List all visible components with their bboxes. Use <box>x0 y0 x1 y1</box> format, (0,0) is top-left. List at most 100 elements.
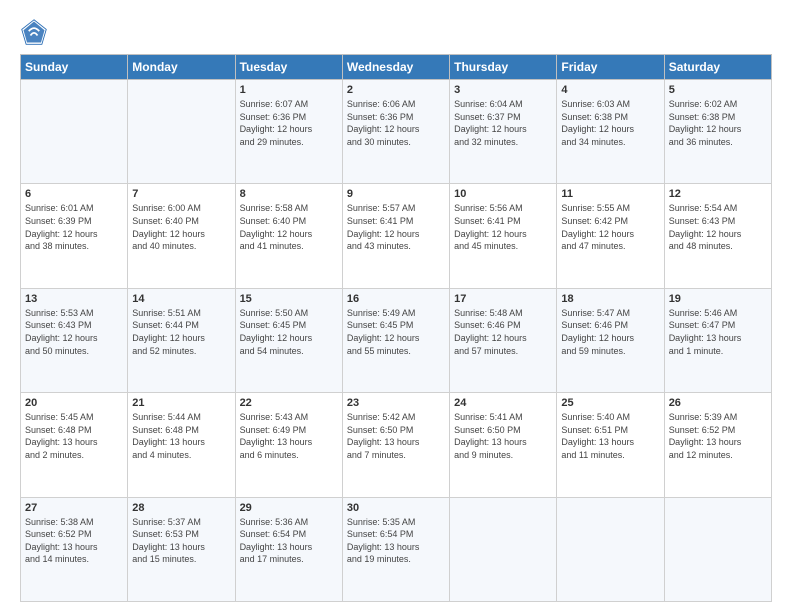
cell-info: Sunrise: 6:06 AM Sunset: 6:36 PM Dayligh… <box>347 98 445 148</box>
page: SundayMondayTuesdayWednesdayThursdayFrid… <box>0 0 792 612</box>
day-number: 17 <box>454 293 552 305</box>
day-number: 21 <box>132 397 230 409</box>
cell-info: Sunrise: 5:56 AM Sunset: 6:41 PM Dayligh… <box>454 202 552 252</box>
cell-info: Sunrise: 5:37 AM Sunset: 6:53 PM Dayligh… <box>132 516 230 566</box>
calendar-cell: 10 Sunrise: 5:56 AM Sunset: 6:41 PM Dayli… <box>450 184 557 288</box>
cell-info: Sunrise: 5:50 AM Sunset: 6:45 PM Dayligh… <box>240 307 338 357</box>
cell-info: Sunrise: 6:07 AM Sunset: 6:36 PM Dayligh… <box>240 98 338 148</box>
cell-info: Sunrise: 5:40 AM Sunset: 6:51 PM Dayligh… <box>561 411 659 461</box>
calendar-cell: 6 Sunrise: 6:01 AM Sunset: 6:39 PM Daylig… <box>21 184 128 288</box>
day-number: 8 <box>240 188 338 200</box>
weekday-header: Thursday <box>450 55 557 80</box>
calendar-cell: 9Sunrise: 5:57 AM Sunset: 6:41 PM Daylig… <box>342 184 449 288</box>
calendar-cell: 18 Sunrise: 5:47 AM Sunset: 6:46 PM Dayli… <box>557 288 664 392</box>
cell-info: Sunrise: 6:02 AM Sunset: 6:38 PM Dayligh… <box>669 98 767 148</box>
cell-info: Sunrise: 5:47 AM Sunset: 6:46 PM Dayligh… <box>561 307 659 357</box>
cell-info: Sunrise: 6:01 AM Sunset: 6:39 PM Dayligh… <box>25 202 123 252</box>
calendar-cell: 4 Sunrise: 6:03 AM Sunset: 6:38 PM Daylig… <box>557 80 664 184</box>
calendar-cell: 19Sunrise: 5:46 AM Sunset: 6:47 PM Dayli… <box>664 288 771 392</box>
calendar-cell: 24 Sunrise: 5:41 AM Sunset: 6:50 PM Dayli… <box>450 393 557 497</box>
calendar-cell <box>21 80 128 184</box>
day-number: 19 <box>669 293 767 305</box>
day-number: 14 <box>132 293 230 305</box>
cell-info: Sunrise: 5:41 AM Sunset: 6:50 PM Dayligh… <box>454 411 552 461</box>
day-number: 13 <box>25 293 123 305</box>
day-number: 18 <box>561 293 659 305</box>
day-number: 6 <box>25 188 123 200</box>
calendar-cell: 29Sunrise: 5:36 AM Sunset: 6:54 PM Dayli… <box>235 497 342 601</box>
day-number: 24 <box>454 397 552 409</box>
week-row: 6 Sunrise: 6:01 AM Sunset: 6:39 PM Daylig… <box>21 184 772 288</box>
week-row: 13 Sunrise: 5:53 AM Sunset: 6:43 PM Dayli… <box>21 288 772 392</box>
cell-info: Sunrise: 5:35 AM Sunset: 6:54 PM Dayligh… <box>347 516 445 566</box>
cell-info: Sunrise: 5:53 AM Sunset: 6:43 PM Dayligh… <box>25 307 123 357</box>
cell-info: Sunrise: 6:03 AM Sunset: 6:38 PM Dayligh… <box>561 98 659 148</box>
calendar-cell: 16 Sunrise: 5:49 AM Sunset: 6:45 PM Dayli… <box>342 288 449 392</box>
day-number: 22 <box>240 397 338 409</box>
day-number: 25 <box>561 397 659 409</box>
weekday-header: Sunday <box>21 55 128 80</box>
calendar-cell: 27Sunrise: 5:38 AM Sunset: 6:52 PM Dayli… <box>21 497 128 601</box>
day-number: 10 <box>454 188 552 200</box>
calendar-cell: 25 Sunrise: 5:40 AM Sunset: 6:51 PM Dayli… <box>557 393 664 497</box>
calendar-cell: 26 Sunrise: 5:39 AM Sunset: 6:52 PM Dayli… <box>664 393 771 497</box>
day-number: 23 <box>347 397 445 409</box>
cell-info: Sunrise: 5:39 AM Sunset: 6:52 PM Dayligh… <box>669 411 767 461</box>
calendar-cell: 13 Sunrise: 5:53 AM Sunset: 6:43 PM Dayli… <box>21 288 128 392</box>
calendar-cell: 28 Sunrise: 5:37 AM Sunset: 6:53 PM Dayli… <box>128 497 235 601</box>
calendar-cell: 1 Sunrise: 6:07 AM Sunset: 6:36 PM Daylig… <box>235 80 342 184</box>
calendar-cell: 11 Sunrise: 5:55 AM Sunset: 6:42 PM Dayli… <box>557 184 664 288</box>
calendar-cell: 22 Sunrise: 5:43 AM Sunset: 6:49 PM Dayli… <box>235 393 342 497</box>
calendar-cell: 8 Sunrise: 5:58 AM Sunset: 6:40 PM Daylig… <box>235 184 342 288</box>
cell-info: Sunrise: 5:49 AM Sunset: 6:45 PM Dayligh… <box>347 307 445 357</box>
day-number: 4 <box>561 84 659 96</box>
calendar-cell <box>450 497 557 601</box>
cell-info: Sunrise: 5:48 AM Sunset: 6:46 PM Dayligh… <box>454 307 552 357</box>
day-number: 26 <box>669 397 767 409</box>
cell-info: Sunrise: 5:44 AM Sunset: 6:48 PM Dayligh… <box>132 411 230 461</box>
logo <box>20 18 52 46</box>
cell-info: Sunrise: 6:04 AM Sunset: 6:37 PM Dayligh… <box>454 98 552 148</box>
cell-info: Sunrise: 5:54 AM Sunset: 6:43 PM Dayligh… <box>669 202 767 252</box>
calendar-cell: 15 Sunrise: 5:50 AM Sunset: 6:45 PM Dayli… <box>235 288 342 392</box>
calendar-cell: 30 Sunrise: 5:35 AM Sunset: 6:54 PM Dayli… <box>342 497 449 601</box>
cell-info: Sunrise: 6:00 AM Sunset: 6:40 PM Dayligh… <box>132 202 230 252</box>
header-row: SundayMondayTuesdayWednesdayThursdayFrid… <box>21 55 772 80</box>
day-number: 2 <box>347 84 445 96</box>
day-number: 28 <box>132 502 230 514</box>
week-row: 20 Sunrise: 5:45 AM Sunset: 6:48 PM Dayli… <box>21 393 772 497</box>
calendar-cell: 2 Sunrise: 6:06 AM Sunset: 6:36 PM Daylig… <box>342 80 449 184</box>
calendar-cell: 17 Sunrise: 5:48 AM Sunset: 6:46 PM Dayli… <box>450 288 557 392</box>
cell-info: Sunrise: 5:55 AM Sunset: 6:42 PM Dayligh… <box>561 202 659 252</box>
cell-info: Sunrise: 5:58 AM Sunset: 6:40 PM Dayligh… <box>240 202 338 252</box>
day-number: 11 <box>561 188 659 200</box>
calendar-cell: 21 Sunrise: 5:44 AM Sunset: 6:48 PM Dayli… <box>128 393 235 497</box>
cell-info: Sunrise: 5:38 AM Sunset: 6:52 PM Dayligh… <box>25 516 123 566</box>
logo-icon <box>20 18 48 46</box>
day-number: 3 <box>454 84 552 96</box>
calendar-cell: 3 Sunrise: 6:04 AM Sunset: 6:37 PM Daylig… <box>450 80 557 184</box>
day-number: 15 <box>240 293 338 305</box>
cell-info: Sunrise: 5:51 AM Sunset: 6:44 PM Dayligh… <box>132 307 230 357</box>
week-row: 27Sunrise: 5:38 AM Sunset: 6:52 PM Dayli… <box>21 497 772 601</box>
calendar-cell <box>128 80 235 184</box>
cell-info: Sunrise: 5:43 AM Sunset: 6:49 PM Dayligh… <box>240 411 338 461</box>
weekday-header: Wednesday <box>342 55 449 80</box>
calendar-cell: 7 Sunrise: 6:00 AM Sunset: 6:40 PM Daylig… <box>128 184 235 288</box>
weekday-header: Tuesday <box>235 55 342 80</box>
day-number: 1 <box>240 84 338 96</box>
day-number: 29 <box>240 502 338 514</box>
day-number: 30 <box>347 502 445 514</box>
day-number: 20 <box>25 397 123 409</box>
calendar-cell: 5Sunrise: 6:02 AM Sunset: 6:38 PM Daylig… <box>664 80 771 184</box>
cell-info: Sunrise: 5:45 AM Sunset: 6:48 PM Dayligh… <box>25 411 123 461</box>
day-number: 7 <box>132 188 230 200</box>
day-number: 16 <box>347 293 445 305</box>
day-number: 9 <box>347 188 445 200</box>
calendar: SundayMondayTuesdayWednesdayThursdayFrid… <box>20 54 772 602</box>
weekday-header: Monday <box>128 55 235 80</box>
calendar-cell: 14 Sunrise: 5:51 AM Sunset: 6:44 PM Dayli… <box>128 288 235 392</box>
calendar-cell: 20 Sunrise: 5:45 AM Sunset: 6:48 PM Dayli… <box>21 393 128 497</box>
calendar-cell <box>557 497 664 601</box>
day-number: 12 <box>669 188 767 200</box>
